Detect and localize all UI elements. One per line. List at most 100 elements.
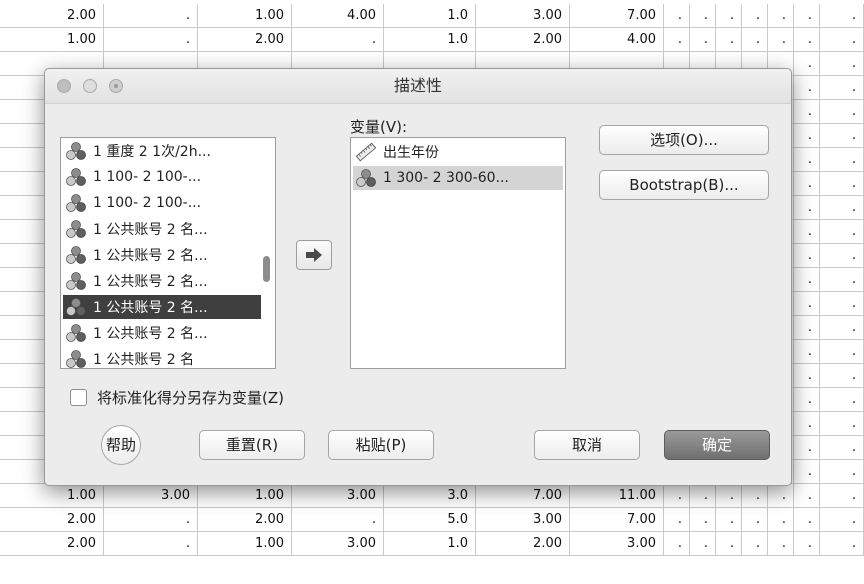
table-cell[interactable]: . bbox=[716, 508, 742, 531]
table-cell[interactable]: . bbox=[742, 4, 768, 27]
table-cell[interactable]: 2.00 bbox=[0, 508, 104, 531]
table-cell[interactable]: . bbox=[768, 484, 794, 507]
source-list-item[interactable]: 1 公共账号 2 名... bbox=[63, 321, 261, 345]
table-cell[interactable]: 7.00 bbox=[570, 508, 664, 531]
table-cell[interactable]: . bbox=[664, 532, 690, 555]
table-cell[interactable]: 3.00 bbox=[292, 532, 384, 555]
table-cell[interactable]: 3.00 bbox=[476, 508, 570, 531]
options-button[interactable]: 选项(O)... bbox=[599, 125, 769, 155]
table-cell[interactable]: . bbox=[794, 220, 820, 243]
table-cell[interactable]: . bbox=[690, 28, 716, 51]
help-button[interactable]: 帮助 bbox=[101, 425, 141, 465]
table-cell[interactable]: . bbox=[820, 268, 864, 291]
cancel-button[interactable]: 取消 bbox=[534, 430, 640, 460]
table-cell[interactable]: . bbox=[794, 292, 820, 315]
table-cell[interactable]: . bbox=[794, 508, 820, 531]
reset-button[interactable]: 重置(R) bbox=[199, 430, 305, 460]
table-cell[interactable]: . bbox=[292, 28, 384, 51]
table-cell[interactable]: . bbox=[768, 532, 794, 555]
table-cell[interactable]: . bbox=[794, 460, 820, 483]
table-cell[interactable]: . bbox=[820, 52, 864, 75]
table-cell[interactable]: . bbox=[794, 532, 820, 555]
table-cell[interactable]: . bbox=[104, 28, 198, 51]
table-cell[interactable]: . bbox=[768, 28, 794, 51]
table-cell[interactable]: 4.00 bbox=[292, 4, 384, 27]
table-cell[interactable]: . bbox=[794, 268, 820, 291]
table-cell[interactable]: 11.00 bbox=[570, 484, 664, 507]
table-cell[interactable]: . bbox=[690, 4, 716, 27]
table-cell[interactable]: 4.00 bbox=[570, 28, 664, 51]
table-cell[interactable]: 3.00 bbox=[104, 484, 198, 507]
source-list-item[interactable]: 1 公共账号 2 名... bbox=[63, 243, 261, 267]
table-cell[interactable]: . bbox=[820, 292, 864, 315]
table-cell[interactable]: . bbox=[820, 460, 864, 483]
table-cell[interactable]: . bbox=[104, 4, 198, 27]
table-cell[interactable]: 1.00 bbox=[198, 484, 292, 507]
table-cell[interactable]: 2.00 bbox=[198, 508, 292, 531]
table-cell[interactable]: . bbox=[820, 532, 864, 555]
table-cell[interactable]: 1.00 bbox=[198, 4, 292, 27]
table-cell[interactable]: 2.00 bbox=[0, 4, 104, 27]
table-cell[interactable]: . bbox=[820, 508, 864, 531]
table-cell[interactable]: . bbox=[104, 532, 198, 555]
move-to-variables-button[interactable] bbox=[296, 240, 332, 270]
table-cell[interactable]: . bbox=[690, 484, 716, 507]
table-cell[interactable]: . bbox=[664, 4, 690, 27]
source-list-item[interactable]: 1 100- 2 100-... bbox=[63, 191, 261, 215]
source-list-item[interactable]: 1 100- 2 100-... bbox=[63, 165, 261, 189]
table-cell[interactable]: . bbox=[794, 100, 820, 123]
table-cell[interactable]: . bbox=[716, 484, 742, 507]
table-cell[interactable]: . bbox=[768, 508, 794, 531]
variables-list-item[interactable]: 1 300- 2 300-60... bbox=[353, 166, 563, 190]
table-cell[interactable]: . bbox=[690, 532, 716, 555]
table-cell[interactable]: 7.00 bbox=[476, 484, 570, 507]
table-cell[interactable]: . bbox=[794, 484, 820, 507]
table-cell[interactable]: . bbox=[820, 28, 864, 51]
source-list-scrollbar[interactable] bbox=[261, 138, 271, 368]
table-cell[interactable]: 3.00 bbox=[476, 4, 570, 27]
table-cell[interactable]: . bbox=[716, 532, 742, 555]
table-cell[interactable]: 1.00 bbox=[0, 484, 104, 507]
table-cell[interactable]: . bbox=[820, 76, 864, 99]
table-cell[interactable]: . bbox=[794, 148, 820, 171]
table-cell[interactable]: . bbox=[794, 340, 820, 363]
table-cell[interactable]: . bbox=[820, 340, 864, 363]
table-cell[interactable]: 2.00 bbox=[0, 532, 104, 555]
paste-button[interactable]: 粘贴(P) bbox=[328, 430, 434, 460]
variables-list-item[interactable]: 出生年份 bbox=[353, 140, 563, 164]
table-cell[interactable]: 5.0 bbox=[384, 508, 476, 531]
table-cell[interactable]: . bbox=[820, 364, 864, 387]
table-cell[interactable]: 3.00 bbox=[570, 532, 664, 555]
table-cell[interactable]: . bbox=[768, 4, 794, 27]
table-cell[interactable]: . bbox=[794, 388, 820, 411]
table-cell[interactable]: 1.0 bbox=[384, 4, 476, 27]
variables-list[interactable]: 出生年份 1 300- 2 300-60... bbox=[350, 137, 566, 369]
table-cell[interactable]: 2.00 bbox=[476, 28, 570, 51]
table-cell[interactable]: . bbox=[742, 508, 768, 531]
source-list-item[interactable]: 1 公共账号 2 名... bbox=[63, 295, 261, 319]
table-cell[interactable]: 1.0 bbox=[384, 532, 476, 555]
scrollbar-thumb[interactable] bbox=[263, 256, 270, 282]
table-cell[interactable]: . bbox=[820, 196, 864, 219]
table-cell[interactable]: . bbox=[820, 244, 864, 267]
table-cell[interactable]: 1.00 bbox=[0, 28, 104, 51]
table-cell[interactable]: . bbox=[742, 532, 768, 555]
table-cell[interactable]: 1.00 bbox=[198, 532, 292, 555]
source-list-item[interactable]: 1 公共账号 2 名... bbox=[63, 269, 261, 293]
table-cell[interactable]: . bbox=[794, 316, 820, 339]
table-cell[interactable]: 7.00 bbox=[570, 4, 664, 27]
source-list-item[interactable]: 1 重度 2 1次/2h... bbox=[63, 139, 261, 163]
table-cell[interactable]: . bbox=[664, 484, 690, 507]
table-cell[interactable]: 1.0 bbox=[384, 28, 476, 51]
table-cell[interactable]: . bbox=[794, 412, 820, 435]
table-cell[interactable]: 3.0 bbox=[384, 484, 476, 507]
table-cell[interactable]: . bbox=[794, 436, 820, 459]
table-cell[interactable]: . bbox=[820, 388, 864, 411]
ok-button[interactable]: 确定 bbox=[664, 430, 770, 460]
table-cell[interactable]: . bbox=[820, 172, 864, 195]
table-cell[interactable]: . bbox=[742, 484, 768, 507]
table-cell[interactable]: . bbox=[742, 28, 768, 51]
table-cell[interactable]: . bbox=[664, 508, 690, 531]
table-cell[interactable]: . bbox=[716, 4, 742, 27]
source-list-item[interactable]: 1 公共账号 2 名 bbox=[63, 347, 261, 368]
